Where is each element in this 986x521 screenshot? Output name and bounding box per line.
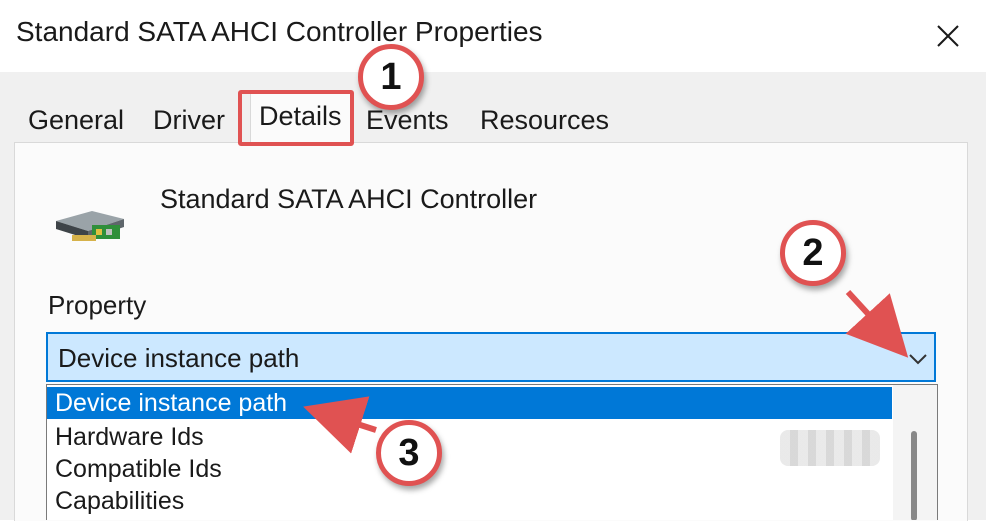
annotation-badge-1: 1 [358, 44, 424, 110]
arrow-2 [845, 289, 909, 358]
annotation-badge-3: 3 [376, 420, 442, 486]
annotation-badge-2: 2 [780, 220, 846, 286]
arrow-3 [303, 396, 377, 454]
